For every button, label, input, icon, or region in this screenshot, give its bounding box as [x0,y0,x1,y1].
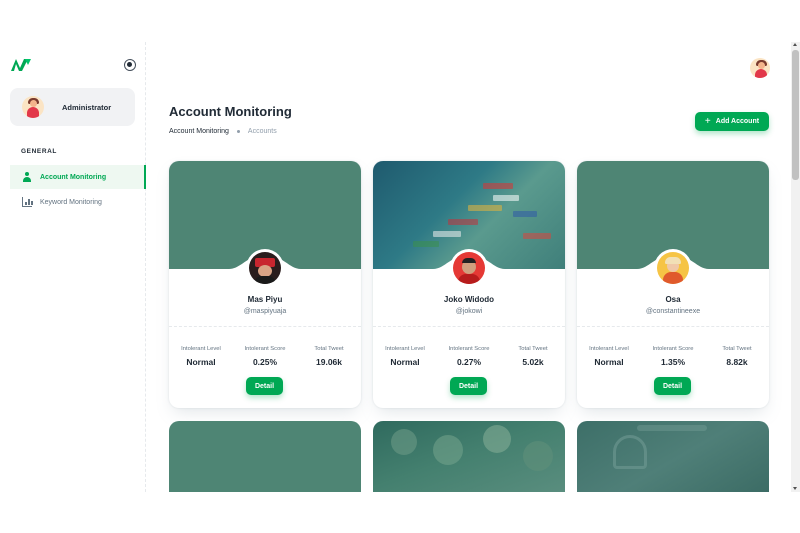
divider [169,326,361,327]
card-name: Osa [665,295,681,304]
card-handle: @jokowi [455,308,483,315]
add-account-button[interactable]: + Add Account [695,112,769,131]
stat-total-tweet: Total Tweet 5.02k [501,346,565,367]
stat-label: Intolerant Level [385,346,425,352]
stat-value: 8.82k [726,357,748,367]
user-name: Administrator [62,102,112,112]
scroll-up-icon[interactable] [793,43,797,46]
stat-intolerant-level: Intolerant Level Normal [577,346,641,367]
sidebar-item-label: Account Monitoring [40,173,107,181]
nav-section-label: GENERAL [21,148,57,155]
stat-label: Intolerant Score [448,346,490,352]
stat-value: Normal [594,357,624,367]
stat-intolerant-score: Intolerant Score 0.25% [233,346,297,367]
account-card-partial [577,421,769,492]
stat-intolerant-score: Intolerant Score 1.35% [641,346,705,367]
stat-value: 0.27% [456,357,482,367]
chart-icon [22,197,33,207]
plus-icon: + [704,116,711,127]
detail-button[interactable]: Detail [246,377,283,395]
sidebar-collapse-button[interactable] [124,59,136,71]
avatar [450,249,488,287]
card-name: Joko Widodo [443,295,495,304]
stat-value: 19.06k [316,357,342,367]
stat-label: Intolerant Level [181,346,221,352]
scroll-thumb[interactable] [792,50,799,180]
stat-label: Intolerant Score [244,346,286,352]
account-avatar[interactable] [750,58,770,78]
stat-total-tweet: Total Tweet 8.82k [705,346,769,367]
stat-value: Normal [390,357,420,367]
person-icon [22,172,32,182]
avatar [654,249,692,287]
stat-label: Total Tweet [518,346,548,352]
card-handle: @constantineexe [645,308,701,315]
stat-intolerant-level: Intolerant Level Normal [169,346,233,367]
detail-button[interactable]: Detail [654,377,691,395]
avatar [246,249,284,287]
stat-label: Intolerant Score [652,346,694,352]
stat-value: Normal [186,357,216,367]
app-frame: Administrator GENERAL Account Monitoring… [0,42,800,492]
add-account-label: Add Account [715,118,760,125]
account-card-partial [169,421,361,492]
detail-button[interactable]: Detail [450,377,487,395]
avatar [22,96,44,118]
breadcrumb-item: Accounts [247,128,277,135]
stat-label: Total Tweet [314,346,344,352]
user-card[interactable]: Administrator [10,88,135,126]
stat-value: 1.35% [660,357,686,367]
logo-icon[interactable] [11,58,31,72]
stat-value: 5.02k [522,357,544,367]
stat-label: Intolerant Level [589,346,629,352]
divider [373,326,565,327]
breadcrumb-item[interactable]: Account Monitoring [169,128,229,135]
breadcrumb: Account Monitoring Accounts [169,128,277,135]
page-title: Account Monitoring [169,104,292,119]
card-name: Mas Piyu [247,295,283,304]
account-card: Osa @constantineexe Intolerant Level Nor… [577,161,769,408]
stat-intolerant-score: Intolerant Score 0.27% [437,346,501,367]
account-card: Mas Piyu @maspiyuaja Intolerant Level No… [169,161,361,408]
stat-value: 0.25% [252,357,278,367]
stat-label: Total Tweet [722,346,752,352]
sidebar-item-keyword-monitoring[interactable]: Keyword Monitoring [10,190,146,214]
scroll-down-icon[interactable] [793,487,797,490]
breadcrumb-separator [236,130,240,133]
card-handle: @maspiyuaja [243,308,287,315]
stat-intolerant-level: Intolerant Level Normal [373,346,437,367]
sidebar-item-label: Keyword Monitoring [40,198,102,206]
scrollbar[interactable] [791,42,800,492]
divider [577,326,769,327]
sidebar: Administrator GENERAL Account Monitoring… [0,42,146,492]
sidebar-item-account-monitoring[interactable]: Account Monitoring [10,165,146,189]
account-card: Joko Widodo @jokowi Intolerant Level Nor… [373,161,565,408]
stat-total-tweet: Total Tweet 19.06k [297,346,361,367]
account-card-partial [373,421,565,492]
